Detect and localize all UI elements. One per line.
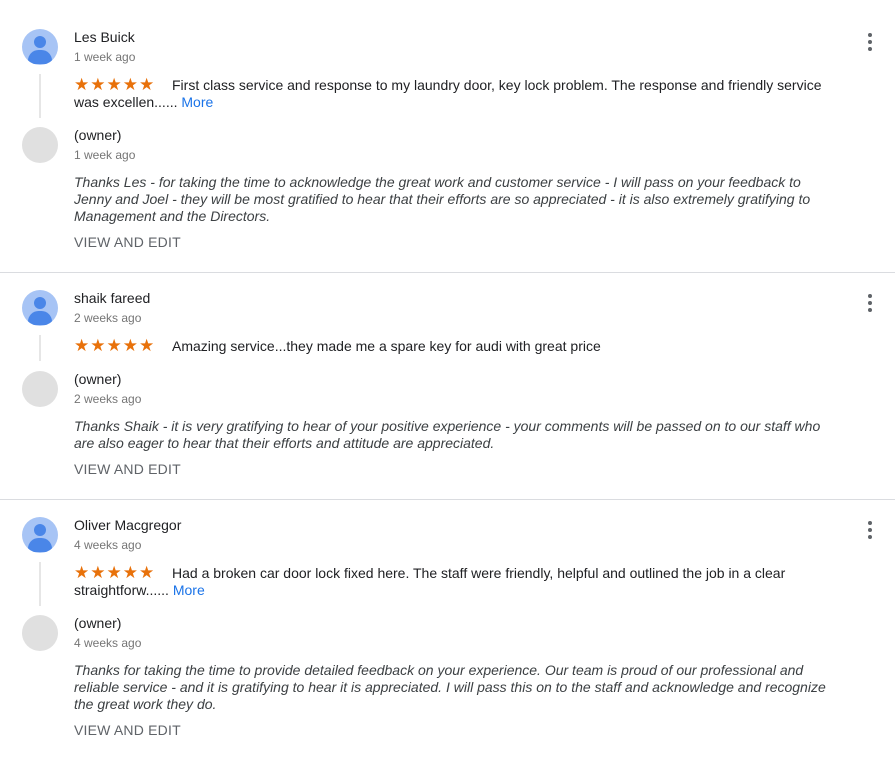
owner-reply-time: 2 weeks ago — [74, 392, 142, 406]
owner-reply-time: 1 week ago — [74, 148, 136, 162]
owner-reply-text: Thanks Les - for taking the time to ackn… — [74, 174, 811, 224]
owner-label: (owner) — [74, 127, 122, 143]
owner-label: (owner) — [74, 615, 122, 631]
more-options-icon[interactable] — [862, 294, 878, 316]
view-and-edit-button[interactable]: VIEW AND EDIT — [74, 722, 181, 738]
view-and-edit-button[interactable]: VIEW AND EDIT — [74, 461, 181, 477]
reviewer-name[interactable]: shaik fareed — [74, 290, 150, 306]
more-link[interactable]: More — [181, 94, 213, 110]
review-text-line1: Amazing service...they made me a spare k… — [172, 338, 601, 354]
owner-avatar — [22, 371, 58, 407]
review-text-line2: was excellen...... — [74, 94, 178, 110]
review-text-line2: straightforw...... — [74, 582, 169, 598]
owner-reply-time: 4 weeks ago — [74, 636, 142, 650]
more-options-icon[interactable] — [862, 33, 878, 55]
review-time: 1 week ago — [74, 50, 136, 64]
review-text: Amazing service...they made me a spare k… — [74, 338, 834, 355]
reviewer-avatar-icon[interactable] — [22, 29, 58, 65]
review-card: shaik fareed 2 weeks ago ★★★★★ Amazing s… — [0, 273, 895, 499]
review-text-line1: Had a broken car door lock fixed here. T… — [172, 565, 786, 581]
owner-label: (owner) — [74, 371, 122, 387]
owner-avatar — [22, 615, 58, 651]
review-text-line1: First class service and response to my l… — [172, 77, 822, 93]
reviewer-name[interactable]: Oliver Macgregor — [74, 517, 181, 533]
owner-avatar — [22, 127, 58, 163]
review-card: Oliver Macgregor 4 weeks ago ★★★★★ Had a… — [0, 500, 895, 758]
thread-line — [39, 335, 41, 361]
review-text: Had a broken car door lock fixed here. T… — [74, 565, 834, 599]
review-text: First class service and response to my l… — [74, 77, 834, 111]
reviewer-name[interactable]: Les Buick — [74, 29, 135, 45]
owner-reply-text: Thanks for taking the time to provide de… — [74, 662, 826, 712]
more-options-icon[interactable] — [862, 521, 878, 543]
reviewer-avatar-icon[interactable] — [22, 517, 58, 553]
thread-line — [39, 562, 41, 606]
view-and-edit-button[interactable]: VIEW AND EDIT — [74, 234, 181, 250]
thread-line — [39, 74, 41, 118]
review-card: Les Buick 1 week ago ★★★★★ First class s… — [0, 0, 895, 272]
review-time: 4 weeks ago — [74, 538, 142, 552]
review-time: 2 weeks ago — [74, 311, 142, 325]
reviewer-avatar-icon[interactable] — [22, 290, 58, 326]
owner-reply-text: Thanks Shaik - it is very gratifying to … — [74, 418, 821, 451]
more-link[interactable]: More — [173, 582, 205, 598]
